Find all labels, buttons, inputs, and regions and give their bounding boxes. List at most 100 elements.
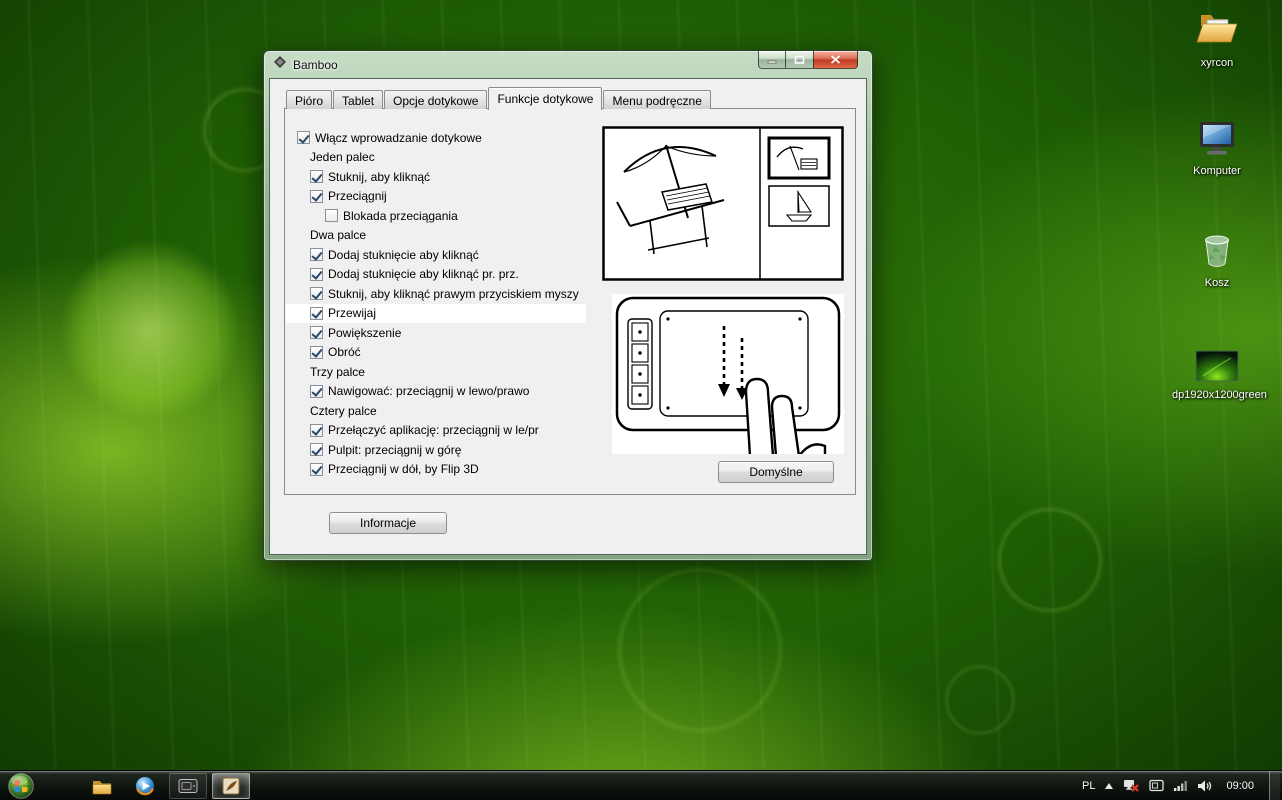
option-row[interactable]: Przeciągnij w dół, by Flip 3D <box>286 460 586 480</box>
option-label: Stuknij, aby kliknąć prawym przyciskiem … <box>328 286 579 301</box>
tab-control: Pióro Tablet Opcje dotykowe Funkcje doty… <box>284 87 856 495</box>
option-row[interactable]: Stuknij, aby kliknąć <box>286 167 586 187</box>
start-button[interactable] <box>3 772 39 800</box>
touch-gestures-illustration <box>602 126 844 281</box>
option-label: Powiększenie <box>328 325 402 340</box>
checkbox-checked[interactable] <box>310 462 323 476</box>
taskbar: PL 09:00 <box>0 770 1282 800</box>
option-row[interactable]: Przełączyć aplikację: przeciągnij w le/p… <box>286 421 586 441</box>
network-error-icon[interactable] <box>1123 778 1140 793</box>
tab-page: Włącz wprowadzanie dotykowe Jeden palec St… <box>284 108 856 495</box>
group-heading: Trzy palce <box>286 362 586 382</box>
group-label: Dwa palce <box>310 228 367 243</box>
option-row[interactable]: Pulpit: przeciągnij w górę <box>286 440 586 460</box>
close-button[interactable] <box>813 51 858 69</box>
desktop-icon-xyrcon[interactable]: xyrcon <box>1172 8 1262 69</box>
show-desktop-button[interactable] <box>1269 770 1280 800</box>
checkbox-checked[interactable] <box>310 423 323 437</box>
taskbar-tablet-app-button[interactable] <box>169 772 207 799</box>
volume-icon[interactable] <box>1197 779 1213 793</box>
taskbar-bamboo-active-button[interactable] <box>212 772 250 799</box>
explorer-folder-icon <box>92 780 112 794</box>
checkbox-checked[interactable] <box>310 189 323 203</box>
desktop-icon-dp1920x1200green[interactable]: dp1920x1200green <box>1172 350 1267 401</box>
checkbox-checked[interactable] <box>310 170 323 184</box>
touch-scroll-illustration <box>612 294 844 454</box>
recycle-bin-icon <box>1194 228 1240 275</box>
group-label: Trzy palce <box>310 364 365 379</box>
option-row[interactable]: Przewijaj <box>286 303 586 323</box>
window-title: Bamboo <box>293 57 338 72</box>
checkbox-unchecked[interactable] <box>325 209 338 223</box>
option-label: Przeciągnij <box>328 189 387 204</box>
maximize-button[interactable] <box>786 51 813 69</box>
option-row[interactable]: Stuknij, aby kliknąć prawym przyciskiem … <box>286 284 586 304</box>
option-row[interactable]: Obróć <box>286 343 586 363</box>
bamboo-app-icon <box>273 55 287 74</box>
taskbar-app-icons <box>83 772 250 799</box>
checkbox-checked[interactable] <box>310 345 323 359</box>
option-row[interactable]: Dodaj stuknięcie aby kliknąć pr. prz. <box>286 265 586 285</box>
minimize-button[interactable] <box>758 51 786 69</box>
desktop-icon-label: Kosz <box>1204 277 1230 289</box>
option-row[interactable]: Dodaj stuknięcie aby kliknąć <box>286 245 586 265</box>
bamboo-window: Bamboo Pióro Tablet Opcje dotykowe Funkc… <box>263 50 873 561</box>
checkbox-checked[interactable] <box>310 443 323 457</box>
window-controls <box>758 51 858 69</box>
checkbox-checked[interactable] <box>310 306 323 320</box>
computer-icon <box>1194 118 1240 163</box>
checkbox-checked[interactable] <box>310 248 323 262</box>
option-row[interactable]: Nawigować: przeciągnij w lewo/prawo <box>286 382 586 402</box>
option-row[interactable]: Blokada przeciągania <box>286 206 586 226</box>
option-label: Przeciągnij w dół, by Flip 3D <box>328 462 479 477</box>
taskbar-media-player-button[interactable] <box>126 773 164 799</box>
checkbox-checked[interactable] <box>310 384 323 398</box>
desktop-icon-label: xyrcon <box>1200 57 1234 69</box>
option-label: Przełączyć aplikację: przeciągnij w le/p… <box>328 423 539 438</box>
group-label: Cztery palce <box>310 403 377 418</box>
option-label: Pulpit: przeciągnij w górę <box>328 442 462 457</box>
tab-tablet[interactable]: Tablet <box>333 90 384 109</box>
desktop-icon-komputer[interactable]: Komputer <box>1172 118 1262 177</box>
option-label: Przewijaj <box>328 306 377 321</box>
tab-pioro[interactable]: Pióro <box>286 90 333 109</box>
tab-opcje-dotykowe[interactable]: Opcje dotykowe <box>384 90 488 109</box>
tablet-tray-icon[interactable] <box>1149 779 1165 792</box>
option-label: Dodaj stuknięcie aby kliknąć pr. prz. <box>328 267 519 282</box>
option-row[interactable]: Powiększenie <box>286 323 586 343</box>
checkbox-checked[interactable] <box>297 131 310 145</box>
option-label: Nawigować: przeciągnij w lewo/prawo <box>328 384 530 399</box>
image-thumbnail-icon <box>1195 350 1239 387</box>
option-row[interactable]: Przeciągnij <box>286 187 586 207</box>
folder-icon <box>1194 8 1240 55</box>
desktop: xyrcon Komputer Kosz dp1920x1200green Ba… <box>0 0 1282 800</box>
option-label: Blokada przeciągania <box>343 208 458 223</box>
option-label: Włącz wprowadzanie dotykowe <box>315 130 482 145</box>
tab-strip: Pióro Tablet Opcje dotykowe Funkcje doty… <box>286 87 712 110</box>
tray-expand-icon[interactable] <box>1104 782 1114 790</box>
bamboo-window-icon <box>222 777 240 794</box>
info-button[interactable]: Informacje <box>329 512 447 534</box>
tablet-icon <box>178 778 198 793</box>
checkbox-checked[interactable] <box>310 267 323 281</box>
signal-strength-icon[interactable] <box>1173 779 1188 792</box>
system-tray: PL 09:00 <box>1082 770 1282 800</box>
checkbox-checked[interactable] <box>310 326 323 340</box>
checkbox-checked[interactable] <box>310 287 323 301</box>
clock[interactable]: 09:00 <box>1226 780 1254 792</box>
option-label: Dodaj stuknięcie aby kliknąć <box>328 247 479 262</box>
language-indicator[interactable]: PL <box>1082 780 1095 792</box>
tab-funkcje-dotykowe[interactable]: Funkcje dotykowe <box>488 87 603 110</box>
desktop-icon-label: Komputer <box>1193 165 1241 177</box>
tab-menu-podreczne[interactable]: Menu podręczne <box>603 90 711 109</box>
group-label: Jeden palec <box>310 150 375 165</box>
group-heading: Dwa palce <box>286 226 586 246</box>
taskbar-explorer-button[interactable] <box>83 773 121 799</box>
desktop-icon-kosz[interactable]: Kosz <box>1172 228 1262 289</box>
group-heading: Cztery palce <box>286 401 586 421</box>
option-label: Obróć <box>328 345 361 360</box>
option-row[interactable]: Włącz wprowadzanie dotykowe <box>286 128 586 148</box>
touch-options-list: Włącz wprowadzanie dotykowe Jeden palec St… <box>286 128 586 479</box>
defaults-button[interactable]: Domyślne <box>718 461 834 483</box>
media-player-icon <box>136 776 154 795</box>
